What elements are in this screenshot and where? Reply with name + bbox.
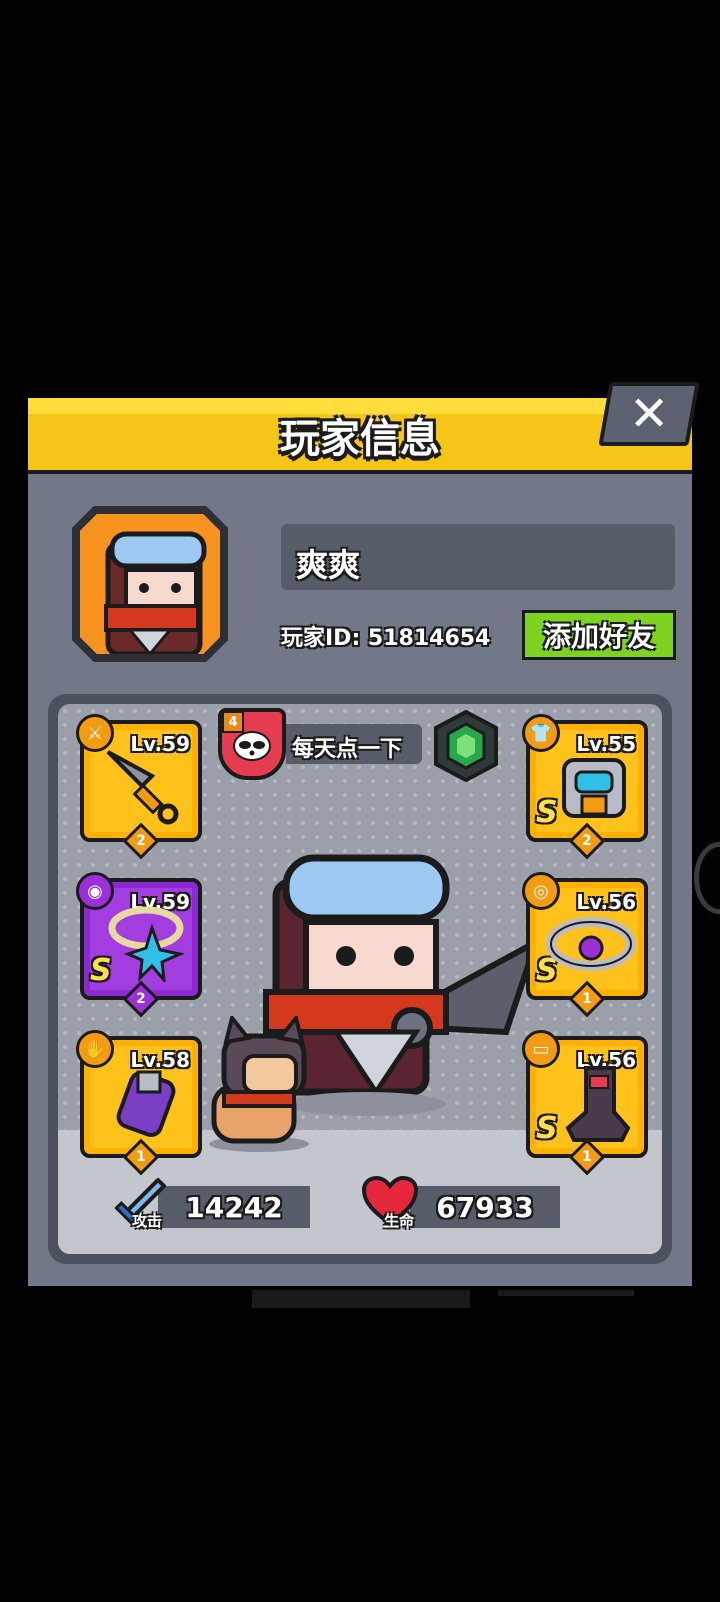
add-friend-button[interactable]: 添加好友 [522,610,676,660]
kunai-icon [106,750,179,825]
attack-label: 攻击 [132,1212,163,1230]
player-name: 爽爽 [296,546,361,584]
armor-type-icon: 👕 [522,714,560,752]
item-grade: S [536,795,558,830]
armor-icon [562,758,626,818]
weapon-type-icon: ⚔ [76,714,114,752]
gem-hexagon-icon[interactable] [434,709,498,786]
health-label: 生命 [384,1212,415,1230]
close-icon: ✕ [628,386,670,442]
close-button[interactable]: ✕ [598,382,700,446]
avatar[interactable] [80,514,220,654]
boot-type-icon: ▭ [522,1030,560,1068]
item-grade: S [536,1111,558,1146]
glove-type-icon: ✋ [76,1030,114,1068]
necklace-icon [108,906,185,982]
attack-value: 14242 [158,1186,310,1228]
health-value: 67933 [410,1186,560,1228]
player-id: 玩家ID: 51814654 [281,626,491,651]
glove-icon [116,1070,176,1138]
guild-level-badge: 4 [222,711,244,733]
pet-dog [204,1013,314,1160]
bottom-bar [252,1290,470,1308]
floating-assistant-icon[interactable] [694,842,720,914]
bottom-bar-secondary [498,1290,634,1296]
boot-icon [565,1066,631,1142]
guild-name: 每天点一下 [292,737,403,762]
ninja-avatar-icon [104,531,207,654]
belt-icon [546,917,636,971]
belt-type-icon: ◎ [522,872,560,910]
necklace-type-icon: ◉ [76,872,114,910]
